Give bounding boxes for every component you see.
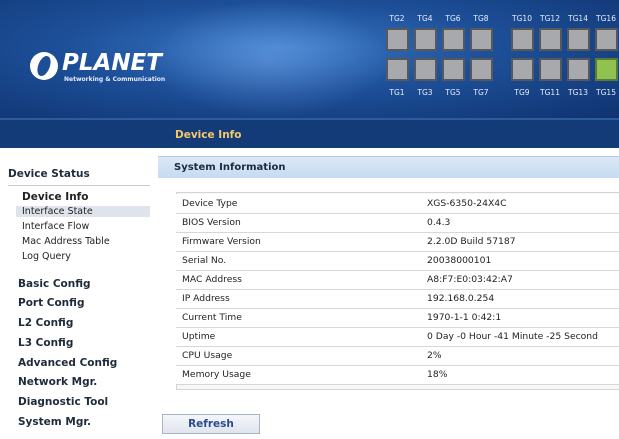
- sidebar-menu-diagnostic-tool[interactable]: Diagnostic Tool: [18, 396, 108, 408]
- port-label-tg11: TG11: [540, 88, 560, 97]
- row-value: A8:F7:E0:03:42:A7: [421, 270, 619, 290]
- sidebar-group-device-status[interactable]: Device Status: [8, 168, 90, 180]
- table-row: Device Type XGS-6350-24X4C: [176, 194, 619, 214]
- row-value: 0.4.3: [421, 213, 619, 233]
- port-tg13[interactable]: [567, 58, 590, 81]
- row-value: 2%: [421, 346, 619, 366]
- port-label-tg7: TG7: [473, 88, 489, 97]
- port-label-tg15: TG15: [596, 88, 616, 97]
- port-label-tg2: TG2: [389, 14, 405, 23]
- row-label: Uptime: [176, 327, 421, 347]
- table-row: BIOS Version 0.4.3: [176, 213, 619, 233]
- row-label: Current Time: [176, 308, 421, 328]
- port-tg6[interactable]: [442, 28, 465, 51]
- port-label-tg13: TG13: [568, 88, 588, 97]
- port-label-tg6: TG6: [445, 14, 461, 23]
- port-label-tg10: TG10: [512, 14, 532, 23]
- row-value: XGS-6350-24X4C: [421, 194, 619, 214]
- port-tg11[interactable]: [539, 58, 562, 81]
- row-label: Device Type: [176, 194, 421, 214]
- row-value: 1970-1-1 0:42:1: [421, 308, 619, 328]
- port-tg8[interactable]: [470, 28, 493, 51]
- refresh-button[interactable]: Refresh: [162, 414, 260, 434]
- sidebar-menu-advanced-config[interactable]: Advanced Config: [18, 357, 117, 369]
- sidebar-divider: [8, 185, 150, 186]
- page-title-bar: Device Info: [0, 118, 619, 148]
- port-label-tg1: TG1: [389, 88, 405, 97]
- sidebar-item-log-query[interactable]: Log Query: [22, 251, 71, 262]
- panel-header: System Information: [158, 156, 619, 178]
- port-tg14[interactable]: [567, 28, 590, 51]
- port-tg9[interactable]: [511, 58, 534, 81]
- sidebar-menu-l2-config[interactable]: L2 Config: [18, 317, 73, 329]
- table-row: Firmware Version 2.2.0D Build 57187: [176, 232, 619, 252]
- sidebar-item-interface-state[interactable]: Interface State: [16, 206, 150, 217]
- brand-tagline: Networking & Communication: [64, 76, 166, 83]
- table-row: Current Time 1970-1-1 0:42:1: [176, 308, 619, 328]
- table-row: Uptime 0 Day -0 Hour -41 Minute -25 Secon…: [176, 327, 619, 347]
- table-row: IP Address 192.168.0.254: [176, 289, 619, 309]
- row-label: MAC Address: [176, 270, 421, 290]
- table-row: Memory Usage 18%: [176, 365, 619, 385]
- port-label-tg12: TG12: [540, 14, 560, 23]
- port-label-tg14: TG14: [568, 14, 588, 23]
- panel-title: System Information: [174, 162, 286, 173]
- port-label-tg4: TG4: [417, 14, 433, 23]
- port-label-tg3: TG3: [417, 88, 433, 97]
- port-label-tg5: TG5: [445, 88, 461, 97]
- port-tg15[interactable]: [595, 58, 618, 81]
- table-row: Serial No. 20038000101: [176, 251, 619, 271]
- page-title: Device Info: [175, 129, 242, 141]
- sidebar-menu-port-config[interactable]: Port Config: [18, 297, 84, 309]
- port-tg3[interactable]: [414, 58, 437, 81]
- port-tg1[interactable]: [386, 58, 409, 81]
- row-value: 18%: [421, 365, 619, 385]
- row-label: Memory Usage: [176, 365, 421, 385]
- table-row: MAC Address A8:F7:E0:03:42:A7: [176, 270, 619, 290]
- sidebar-item-interface-flow[interactable]: Interface Flow: [22, 221, 89, 232]
- sidebar-menu-system-mgr[interactable]: System Mgr.: [18, 416, 91, 428]
- port-tg12[interactable]: [539, 28, 562, 51]
- table-row: CPU Usage 2%: [176, 346, 619, 366]
- port-label-tg16: TG16: [596, 14, 616, 23]
- port-tg5[interactable]: [442, 58, 465, 81]
- sidebar-item-device-info[interactable]: Device Info: [22, 191, 88, 203]
- sidebar-menu-l3-config[interactable]: L3 Config: [18, 337, 73, 349]
- brand-name: PLANET: [62, 50, 162, 76]
- sidebar-item-mac-address-table[interactable]: Mac Address Table: [22, 236, 110, 247]
- planet-logo: PLANET Networking & Communication: [30, 50, 165, 90]
- row-label: Firmware Version: [176, 232, 421, 252]
- row-label: IP Address: [176, 289, 421, 309]
- row-value: 192.168.0.254: [421, 289, 619, 309]
- row-label: CPU Usage: [176, 346, 421, 366]
- system-info-table: Device Type XGS-6350-24X4C BIOS Version 0.…: [176, 194, 619, 385]
- row-value: 2.2.0D Build 57187: [421, 232, 619, 252]
- port-tg16[interactable]: [595, 28, 618, 51]
- row-label: Serial No.: [176, 251, 421, 271]
- row-value: 20038000101: [421, 251, 619, 271]
- port-tg2[interactable]: [386, 28, 409, 51]
- row-value: 0 Day -0 Hour -41 Minute -25 Second: [421, 327, 619, 347]
- sidebar-menu-basic-config[interactable]: Basic Config: [18, 278, 91, 290]
- planet-logo-icon: [30, 52, 58, 80]
- port-tg4[interactable]: [414, 28, 437, 51]
- world-map-graphic: [150, 0, 390, 118]
- header-banner: PLANET Networking & Communication TG2 TG…: [0, 0, 619, 118]
- port-tg10[interactable]: [511, 28, 534, 51]
- port-label-tg9: TG9: [514, 88, 530, 97]
- row-label: BIOS Version: [176, 213, 421, 233]
- port-tg7[interactable]: [470, 58, 493, 81]
- sidebar-menu-network-mgr[interactable]: Network Mgr.: [18, 376, 97, 388]
- port-label-tg8: TG8: [473, 14, 489, 23]
